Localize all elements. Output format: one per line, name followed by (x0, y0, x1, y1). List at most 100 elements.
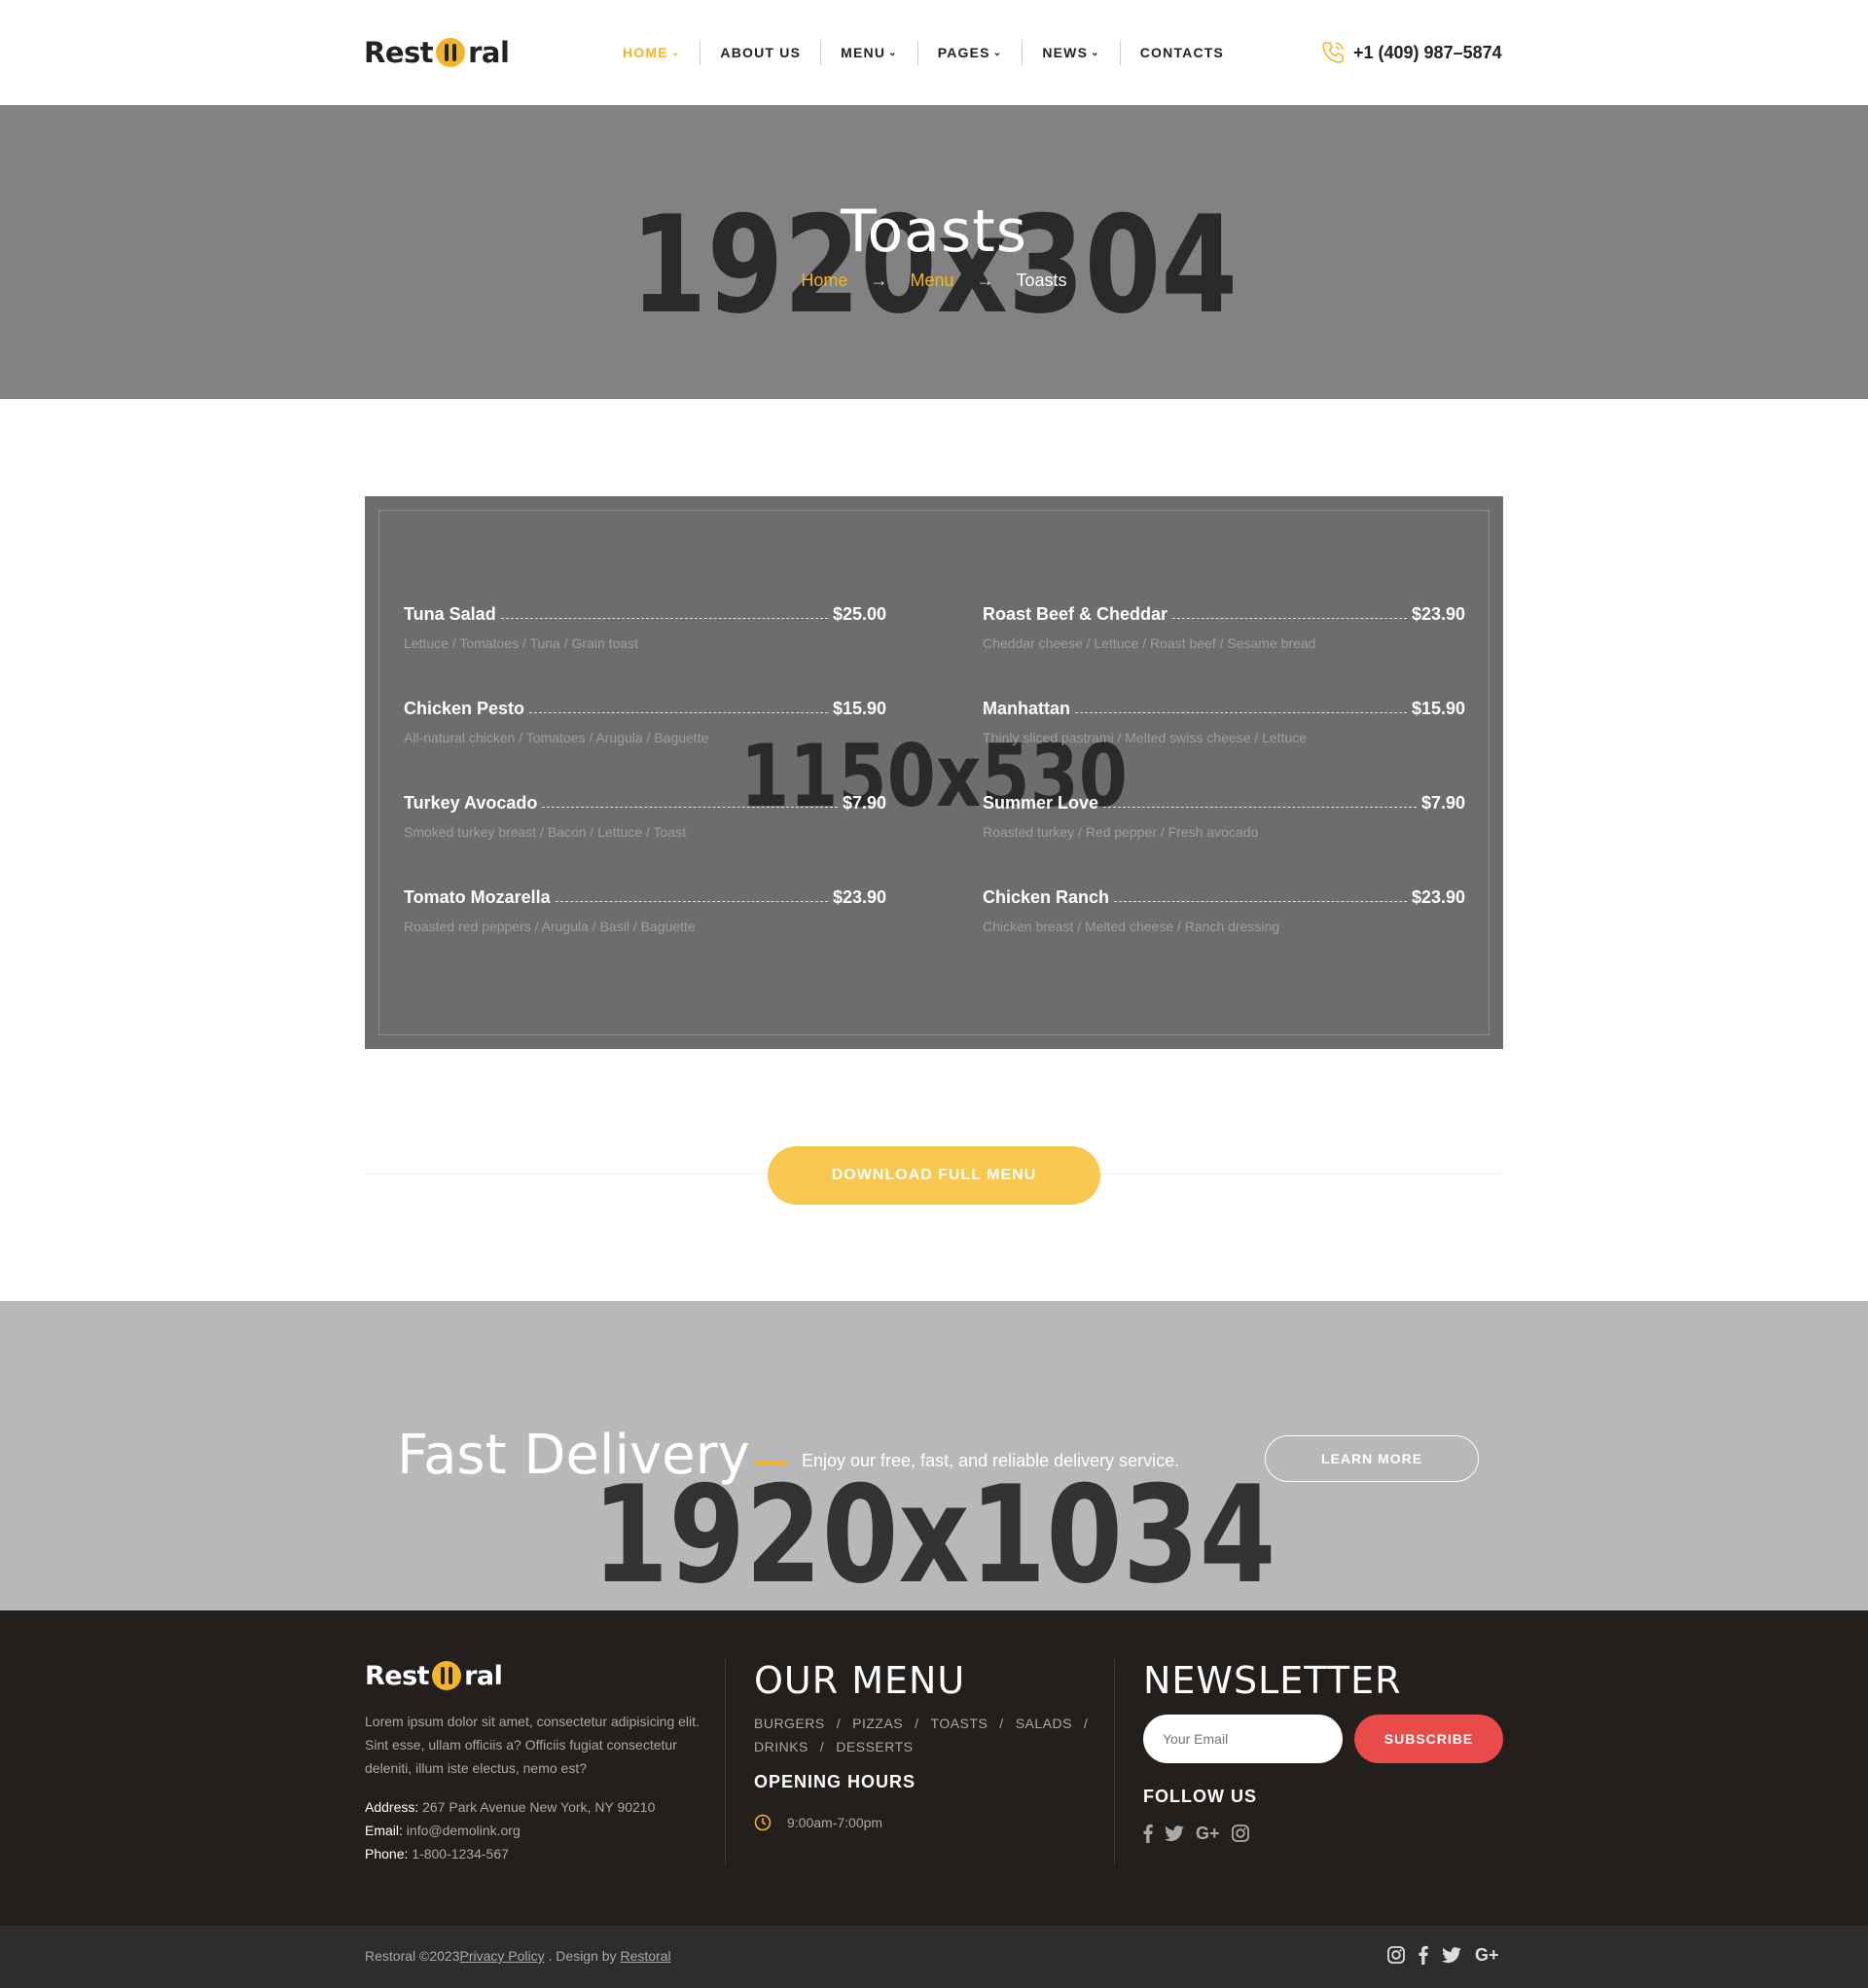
logo-text-left: Rest (365, 1660, 430, 1691)
nav-item-contacts[interactable]: CONTACTS (1119, 40, 1243, 65)
menu-item-price: $7.90 (842, 793, 886, 813)
nav-label: MENU (841, 45, 886, 60)
follow-us-heading: FOLLOW US (1143, 1787, 1257, 1806)
menu-item-name: Chicken Ranch (983, 887, 1110, 907)
newsletter-email-input[interactable] (1143, 1715, 1343, 1763)
breadcrumb-current: Toasts (1016, 271, 1067, 290)
logo-text-right: ral (464, 1660, 503, 1691)
separator: / (819, 1739, 825, 1754)
menu-item: Manhattan $15.90 Thinly sliced pastrami /… (983, 696, 1465, 754)
chevron-down-icon: ⌄ (1091, 47, 1100, 58)
twitter-icon[interactable] (1442, 1944, 1461, 1966)
footer-divider (725, 1659, 726, 1865)
clock-icon (754, 1814, 772, 1831)
category-link[interactable]: DRINKS (754, 1739, 808, 1754)
phone-label: Phone: (365, 1846, 409, 1861)
bottom-social-links: G+ (1387, 1944, 1513, 1966)
category-link[interactable]: PIZZAS (852, 1716, 903, 1731)
footer-social-links: G+ (1143, 1823, 1261, 1844)
footer-about-text: Lorem ipsum dolor sit amet, consectetur … (365, 1714, 700, 1776)
subscribe-button[interactable]: SUBSCRIBE (1354, 1715, 1503, 1763)
category-link[interactable]: BURGERS (754, 1716, 825, 1731)
footer-contact-info: Address: 267 Park Avenue New York, NY 90… (365, 1795, 725, 1865)
instagram-icon[interactable] (1231, 1823, 1249, 1844)
menu-item: Roast Beef & Cheddar $23.90 Cheddar chees… (983, 601, 1465, 660)
nav-item-home[interactable]: HOME ⌄ (603, 40, 700, 65)
copyright: Restoral ©2023Privacy Policy . Design by… (365, 1948, 671, 1964)
footer-category-links: BURGERS / PIZZAS / TOASTS / SALADS / DRINKS / DES… (754, 1712, 1104, 1758)
menu-item-desc: All-natural chicken / Tomatoes / Arugula… (404, 730, 709, 745)
menu-item: Chicken Pesto $15.90 All-natural chicken … (404, 696, 886, 754)
menu-item-price: $23.90 (1411, 604, 1465, 624)
arrow-right-icon: → (976, 271, 994, 290)
footer-menu-column: OUR MENU BURGERS / PIZZAS / TOASTS / SALADS / D… (754, 1659, 1114, 1831)
menu-item-price: $23.90 (832, 887, 886, 907)
hours-value: 9:00am-7:00pm (787, 1815, 883, 1830)
privacy-policy-link[interactable]: Privacy Policy (459, 1948, 544, 1964)
menu-item: Tomato Mozarella $23.90 Roasted red peppe… (404, 885, 886, 943)
menu-item-desc: Chicken breast / Melted cheese / Ranch d… (983, 919, 1280, 934)
dotted-leader (1103, 807, 1417, 808)
separator: / (999, 1716, 1004, 1731)
logo-utensils-icon (436, 38, 466, 67)
category-link[interactable]: SALADS (1016, 1716, 1072, 1731)
nav-item-news[interactable]: NEWS ⌄ (1022, 40, 1119, 65)
dotted-leader (1114, 901, 1407, 902)
phone-number: +1 (409) 987–5874 (1353, 42, 1502, 62)
menu-item-price: $7.90 (1420, 793, 1465, 813)
logo-utensils-icon (432, 1661, 462, 1690)
menu-item-name: Chicken Pesto (404, 699, 525, 718)
dotted-leader (529, 712, 828, 713)
menu-item-desc: Roasted turkey / Red pepper / Fresh avoc… (983, 824, 1259, 840)
menu-item-desc: Cheddar cheese / Lettuce / Roast beef / … (983, 635, 1316, 651)
nav-item-pages[interactable]: PAGES ⌄ (916, 40, 1023, 65)
page-hero: 1920x304 Toasts Home → Menu → Toasts (0, 105, 1868, 399)
facebook-icon[interactable] (1419, 1944, 1428, 1966)
phone-value[interactable]: 1-800-1234-567 (412, 1846, 509, 1861)
menu-item-name: Turkey Avocado (404, 793, 538, 813)
google-plus-icon[interactable]: G+ (1475, 1944, 1499, 1966)
twitter-icon[interactable] (1165, 1823, 1184, 1844)
facebook-icon[interactable] (1143, 1823, 1153, 1844)
nav-item-menu[interactable]: MENU ⌄ (820, 40, 917, 65)
nav-label: HOME (623, 45, 668, 60)
dotted-leader (1172, 618, 1407, 619)
logo[interactable]: Rest ral (364, 33, 510, 72)
menu-item-name: Manhattan (983, 699, 1070, 718)
separator: / (1083, 1716, 1089, 1731)
download-menu-button[interactable]: DOWNLOAD FULL MENU (768, 1146, 1100, 1205)
dotted-leader (500, 618, 828, 619)
menu-item: Tuna Salad $25.00 Lettuce / Tomatoes / Tu… (404, 601, 886, 660)
menu-item-desc: Smoked turkey breast / Bacon / Lettuce /… (404, 824, 687, 840)
footer-phone: Phone: 1-800-1234-567 (365, 1842, 725, 1865)
chevron-down-icon: ⌄ (888, 47, 898, 58)
delivery-title: Fast Delivery (397, 1424, 750, 1487)
footer-logo[interactable]: Rest ral (365, 1659, 725, 1692)
email-label: Email: (365, 1823, 403, 1838)
breadcrumb: Home → Menu → Toasts (0, 271, 1868, 291)
learn-more-button[interactable]: LEARN MORE (1265, 1435, 1479, 1482)
google-plus-icon[interactable]: G+ (1196, 1823, 1220, 1844)
accent-dash (754, 1461, 787, 1464)
email-value[interactable]: info@demolink.org (407, 1823, 521, 1838)
chevron-down-icon: ⌄ (992, 47, 1003, 58)
designer-link[interactable]: Restoral (620, 1948, 670, 1964)
breadcrumb-menu[interactable]: Menu (910, 271, 953, 290)
footer-newsletter-column: NEWSLETTER SUBSCRIBE FOLLOW US G+ (1143, 1659, 1503, 1843)
category-link[interactable]: TOASTS (931, 1716, 988, 1731)
footer-bottom-bar: Restoral ©2023Privacy Policy . Design by… (0, 1926, 1868, 1988)
category-link[interactable]: DESSERTS (836, 1739, 913, 1754)
opening-hours-heading: OPENING HOURS (754, 1772, 916, 1791)
menu-item-desc: Lettuce / Tomatoes / Tuna / Grain toast (404, 635, 638, 651)
header-phone[interactable]: +1 (409) 987–5874 (1319, 37, 1502, 68)
design-by-text: . Design by (544, 1948, 621, 1964)
site-header: Rest ral HOME ⌄ ABOUT US MENU ⌄ PAGES ⌄ NEW… (0, 0, 1868, 105)
menu-item: Turkey Avocado $7.90 Smoked turkey breast… (404, 790, 886, 849)
menu-item-price: $23.90 (1411, 887, 1465, 907)
nav-item-about-us[interactable]: ABOUT US (700, 40, 820, 65)
delivery-image-placeholder: 1920x1034 (592, 1457, 1276, 1610)
instagram-icon[interactable] (1387, 1944, 1405, 1966)
menu-item-name: Summer Love (983, 793, 1099, 813)
menu-card: 1150x530 Tuna Salad $25.00 Lettuce / Toma… (365, 496, 1503, 1049)
breadcrumb-home[interactable]: Home (801, 271, 847, 290)
